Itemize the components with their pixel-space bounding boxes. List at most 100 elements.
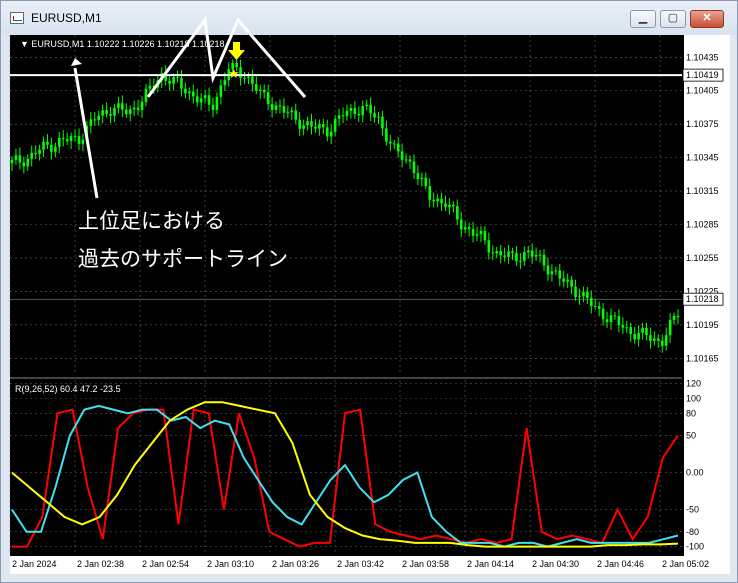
time-tick-label: 2 Jan 03:10 — [207, 559, 254, 569]
candle-body — [282, 106, 286, 113]
candle-body — [558, 270, 562, 279]
candle-body — [325, 127, 329, 137]
candle-body — [298, 119, 301, 129]
candle-body — [499, 251, 502, 256]
candle-body — [251, 76, 254, 85]
time-tick-label: 2 Jan 05:02 — [662, 559, 709, 569]
candle-body — [239, 67, 242, 78]
candle-body — [34, 152, 37, 154]
candle-body — [113, 107, 116, 116]
candle-body — [373, 113, 376, 118]
candle-body — [664, 335, 668, 346]
candle-body — [132, 107, 136, 110]
chart-canvas[interactable]: 1.10435 1.10405 1.10375 1.10345 1.10315 1.102… — [0, 0, 738, 583]
candle-body — [562, 278, 566, 282]
price-tick-label: 1.10195 — [686, 320, 719, 330]
candle-body — [243, 77, 246, 79]
time-tick-label: 2 Jan 04:30 — [532, 559, 579, 569]
candle-body — [420, 177, 424, 180]
osc-tick-label: -80 — [686, 527, 699, 537]
candle-body — [18, 155, 22, 163]
red-oscillator-line — [12, 408, 679, 548]
candle-body — [191, 91, 195, 97]
time-tick-label: 2 Jan 03:58 — [402, 559, 449, 569]
candle-body — [570, 279, 573, 287]
candle-body — [117, 103, 120, 108]
time-tick-label: 2 Jan 03:26 — [272, 559, 319, 569]
candle-body — [621, 325, 625, 328]
candle-body — [471, 229, 475, 236]
candle-body — [30, 152, 34, 159]
osc-tick-label: -50 — [686, 505, 699, 515]
candle-body — [641, 328, 644, 333]
candle-body — [302, 125, 305, 129]
candle-body — [408, 159, 412, 162]
candle-body — [467, 227, 471, 230]
candle-body — [385, 128, 388, 142]
candle-body — [503, 255, 506, 257]
candle-body — [456, 206, 459, 220]
candle-body — [357, 114, 361, 116]
candle-body — [653, 338, 656, 341]
candle-body — [361, 106, 365, 116]
candle-body — [121, 103, 124, 110]
candle-body — [526, 250, 530, 253]
candle-body — [593, 305, 597, 307]
candle-body — [109, 113, 112, 116]
candle-body — [57, 137, 61, 147]
time-tick-label: 2 Jan 2024 — [12, 559, 57, 569]
candle-body — [649, 335, 652, 341]
time-tick-label: 2 Jan 04:46 — [597, 559, 644, 569]
candle-body — [550, 271, 554, 275]
candle-body — [530, 250, 534, 257]
candle-body — [582, 291, 585, 297]
osc-tick-label: 100 — [686, 394, 701, 404]
candle-body — [424, 177, 428, 187]
candle-body — [180, 77, 183, 89]
candle-body — [483, 231, 487, 241]
candle-body — [381, 116, 384, 129]
pointer-line — [73, 67, 99, 199]
candle-body — [329, 131, 333, 137]
candle-body — [487, 240, 491, 253]
candle-body — [645, 328, 648, 336]
candle-body — [459, 219, 463, 230]
candle-body — [184, 88, 187, 94]
indicator-label: R(9,26,52) 60.4 47.2 -23.5 — [15, 384, 121, 394]
candle-body — [629, 327, 633, 335]
candle-body — [50, 144, 53, 152]
candle-body — [345, 110, 349, 117]
candle-body — [61, 137, 65, 140]
candle-body — [396, 143, 400, 152]
candle-body — [416, 173, 420, 180]
price-tick-label: 1.10405 — [686, 86, 719, 96]
candle-body — [69, 136, 73, 142]
candle-body — [306, 121, 309, 126]
osc-tick-label: -100 — [686, 542, 704, 552]
price-tick-label: 1.10375 — [686, 119, 719, 129]
candle-body — [534, 254, 538, 257]
candle-body — [195, 96, 199, 103]
candle-body — [42, 141, 45, 150]
candle-body — [101, 110, 104, 116]
candle-body — [452, 204, 455, 207]
candle-body — [46, 141, 49, 145]
candle-body — [491, 252, 495, 254]
candle-body — [519, 260, 522, 262]
candle-body — [105, 110, 108, 114]
candle-body — [203, 95, 207, 99]
candle-body — [601, 308, 605, 320]
candle-body — [440, 198, 443, 204]
star-marker-icon: ★ — [228, 67, 240, 82]
candle-body — [274, 105, 278, 110]
candle-body — [432, 199, 435, 202]
candle-body — [54, 146, 57, 152]
candle-body — [10, 159, 14, 164]
candle-body — [128, 109, 132, 115]
candle-body — [176, 77, 179, 79]
candle-body — [337, 115, 341, 119]
candle-body — [377, 116, 380, 118]
candle-body — [278, 105, 282, 107]
candle-body — [310, 121, 313, 127]
candle-body — [22, 162, 26, 167]
